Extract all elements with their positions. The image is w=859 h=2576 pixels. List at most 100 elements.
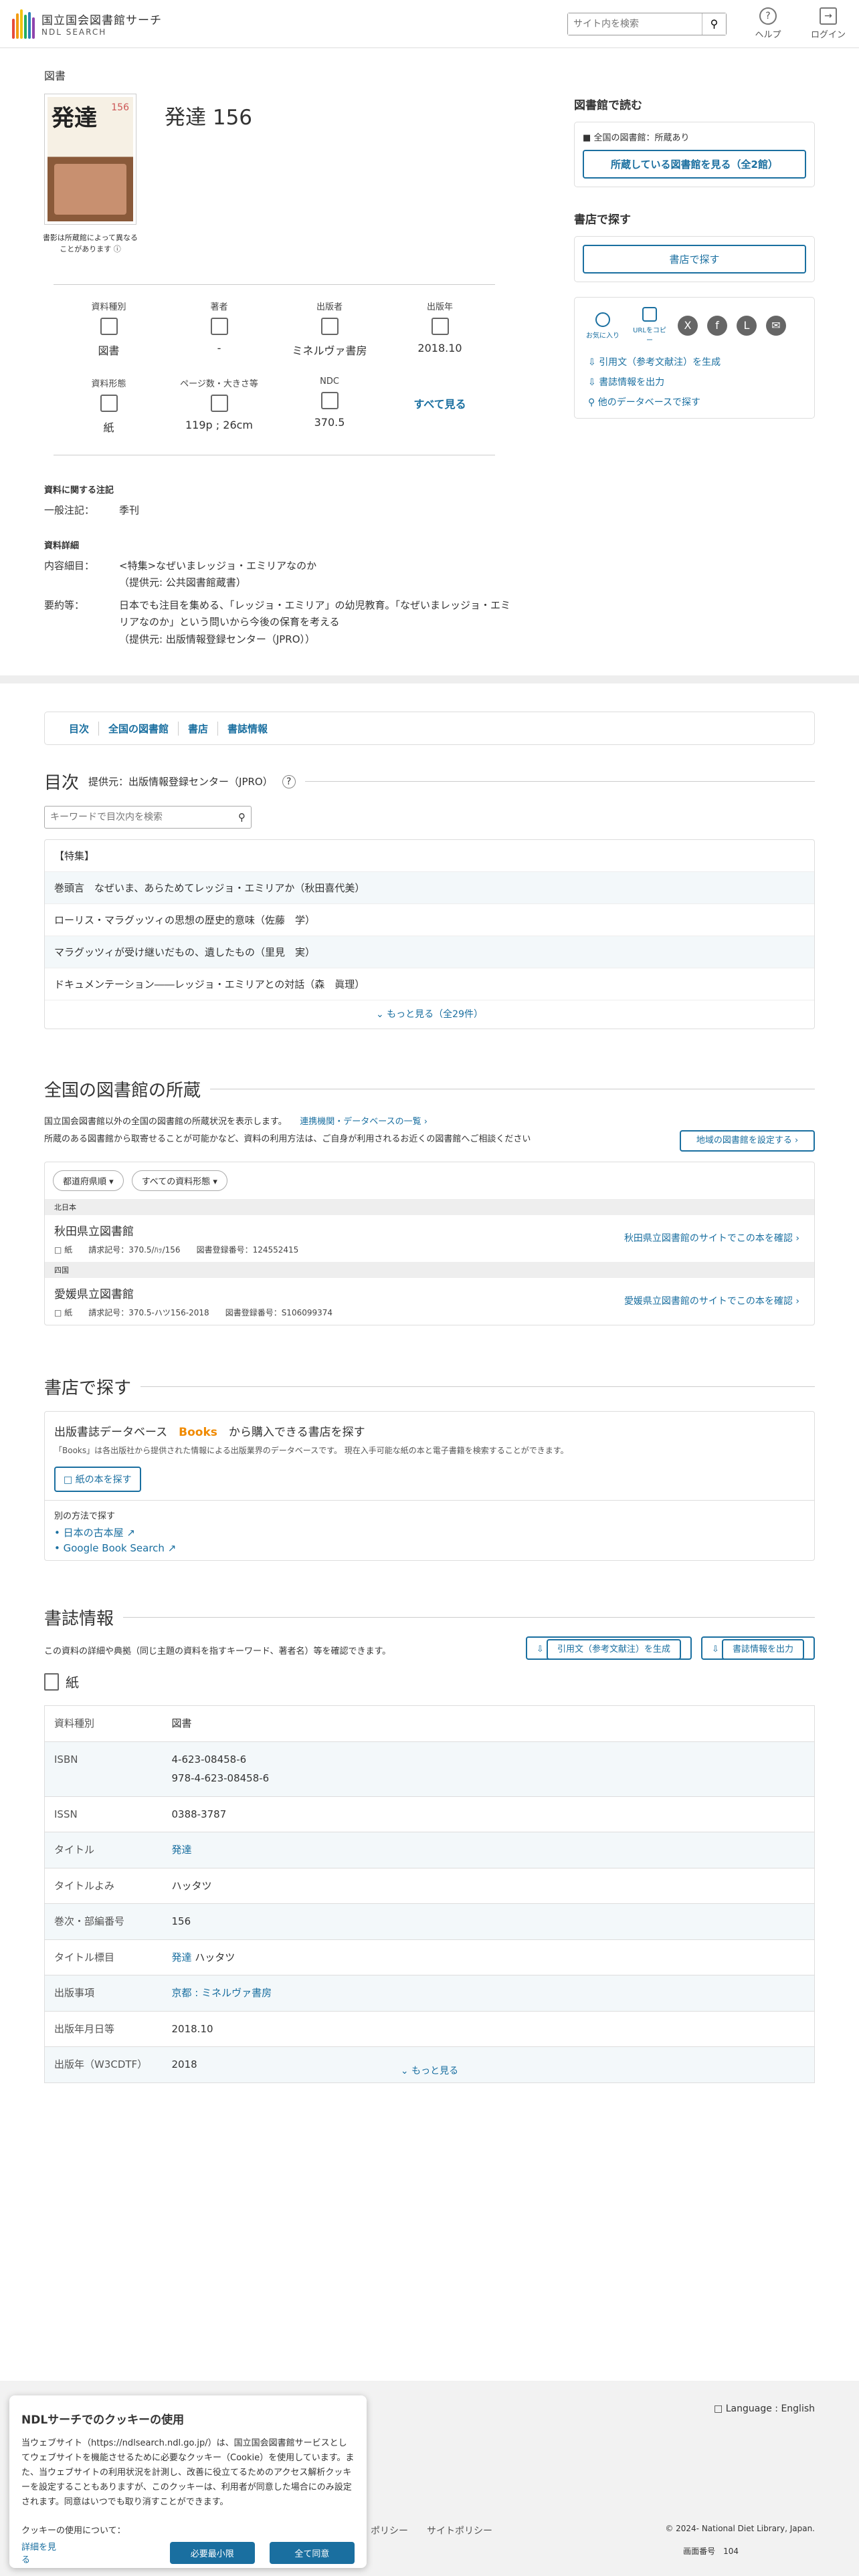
search-icon[interactable]: ⚲	[233, 811, 251, 823]
tab-toc[interactable]: 目次	[60, 721, 100, 736]
toc-item: ドキュメンテーション――レッジョ・エミリアとの対話（森 眞理）	[45, 968, 814, 1000]
search-button[interactable]: ⚲	[702, 13, 726, 35]
tab-libraries[interactable]: 全国の図書館	[99, 721, 179, 736]
info-icon: ⓘ	[113, 244, 121, 253]
export-link[interactable]: ⇩ 書誌情報を出力	[588, 375, 805, 389]
cookie-banner: NDLサーチでのクッキーの使用 当ウェブサイト（https://ndlsearc…	[9, 2395, 367, 2568]
logo-icon	[12, 9, 35, 39]
google-books-link[interactable]: • Google Book Search ↗	[54, 1542, 805, 1554]
logo-subtitle: NDL SEARCH	[41, 27, 107, 37]
other-db-link[interactable]: ⚲ 他のデータベースで探す	[588, 395, 805, 409]
cookie-details-link[interactable]: 詳細を見る	[21, 2540, 64, 2565]
toc-title: 目次	[44, 773, 80, 793]
cookie-accept-button[interactable]: 全て同意	[269, 2541, 355, 2564]
shop-search-button[interactable]: 書店で探す	[583, 245, 806, 274]
toc-item: マラグッツィが受け継いだもの、遺したもの（里見 実）	[45, 936, 814, 968]
used-books-link[interactable]: • 日本の古本屋 ↗	[54, 1525, 805, 1539]
cite-link[interactable]: ⇩ 引用文（参考文献注）を生成	[588, 355, 805, 368]
library-site-link[interactable]: 秋田県立図書館のサイトでこの本を確認 ›	[624, 1231, 799, 1245]
partner-list-link[interactable]: 連携機関・データベースの一覧	[300, 1117, 421, 1127]
toc-header: 目次 提供元：出版情報登録センター（JPRO） ?	[44, 769, 815, 794]
libraries-header: 全国の図書館の所蔵	[44, 1077, 815, 1101]
see-all-link[interactable]: すべて見る	[385, 395, 495, 411]
show-libraries-button[interactable]: 所蔵している図書館を見る（全2館）	[583, 150, 806, 179]
logo-title: 国立国会図書館サーチ	[41, 14, 162, 27]
tab-bibliography[interactable]: 書誌情報	[218, 722, 277, 736]
toc-search-input[interactable]	[45, 812, 233, 823]
table-row: 資料種別 図書	[44, 1705, 815, 1742]
meta-grid: 資料種別 図書 著者 - 出版者 ミネルヴァ書房 出版年 2018.10 資料形態紙 ペ…	[54, 300, 495, 453]
bib-intro: この資料の詳細や典拠（同じ主題の資料を指すキーワード、著者名）等を確認できます。	[44, 1646, 391, 1656]
ruler-icon	[210, 395, 228, 412]
alt-heading: 別の方法で探す	[54, 1511, 116, 1521]
meta-author: 著者 -	[210, 302, 228, 354]
footer-links[interactable]: ポリシー サイトポリシー	[371, 2524, 492, 2537]
doc-type-label: 図書	[44, 70, 66, 82]
login-button[interactable]: → ログイン	[809, 7, 847, 40]
copy-url-button[interactable]: URLをコピー	[631, 307, 668, 344]
toc-more-button[interactable]: ⌄ もっと見る（全29件）	[45, 1000, 814, 1029]
toc-search: ⚲	[44, 806, 252, 829]
x-share-icon[interactable]: X	[678, 316, 698, 336]
line-share-icon[interactable]: L	[737, 316, 757, 336]
bookstore-box: 出版書誌データベース Books から購入できる書店を探す 「Books」は各出…	[44, 1411, 815, 1561]
meta-pages: ページ数・大きさ等 119p ; 26cm	[180, 379, 258, 431]
login-label: ログイン	[810, 30, 846, 40]
meta-doc-type: 資料種別 図書	[91, 302, 126, 357]
site-search-input[interactable]	[568, 13, 702, 35]
sort-prefecture-dropdown[interactable]: 都道府県順 ▾	[53, 1170, 124, 1191]
table-row: 出版年月日等 2018.10	[44, 2011, 815, 2047]
chevron-down-icon: ⌄	[400, 2066, 409, 2076]
meta-form: 資料形態紙	[91, 379, 126, 434]
paper-book-search-button[interactable]: □ 紙の本を探す	[54, 1467, 141, 1492]
library-site-link[interactable]: 愛媛県立図書館のサイトでこの本を確認 ›	[624, 1294, 799, 1307]
page-title: 発達 156	[165, 106, 253, 130]
help-icon[interactable]: ?	[282, 774, 296, 788]
shop-heading: 書店で探す	[574, 213, 631, 227]
bookstore-desc: 「Books」は各出版社から提供された情報による出版業界のデータベースです。 現…	[54, 1446, 569, 1455]
cookie-minimum-button[interactable]: 必要最小限	[169, 2541, 255, 2564]
cookie-question: クッキーの使用について：	[21, 2526, 126, 2537]
section-nav: 目次 全国の図書館 書店 書誌情報	[44, 712, 815, 745]
general-note-label: 一般注記：	[44, 504, 95, 516]
bib-more-button[interactable]: ⌄ もっと見る	[0, 2064, 859, 2077]
cover-image[interactable]: 発達 156	[44, 94, 136, 225]
libraries-intro: 国立国会図書館以外の全国の図書館の所蔵状況を表示します。 連携機関・データベース…	[44, 1117, 531, 1144]
paper-icon	[100, 395, 118, 412]
form-filter-dropdown[interactable]: すべての資料形態 ▾	[131, 1170, 227, 1191]
favorite-button[interactable]: お気に入り	[584, 312, 622, 340]
cover-title: 発達	[52, 105, 97, 132]
title-link[interactable]: 発達	[172, 1844, 192, 1856]
help-label: ヘルプ	[755, 30, 781, 40]
heading-link[interactable]: 発達	[172, 1951, 192, 1963]
export-button[interactable]: ⇩ 書誌情報を出力	[700, 1636, 815, 1660]
mail-share-icon[interactable]: ✉	[766, 316, 786, 336]
toc-item: 巻頭言 なぜいま、あらためてレッジョ・エミリアか（秋田喜代美）	[45, 872, 814, 904]
search-icon: ⚲	[588, 397, 595, 408]
page-number: 画面番号 104	[683, 2547, 739, 2556]
table-row: ISSN 0388-3787	[44, 1796, 815, 1832]
external-link-icon: ↗	[167, 1542, 177, 1554]
cite-button[interactable]: ⇩ 引用文（参考文献注）を生成	[525, 1636, 692, 1660]
facebook-share-icon[interactable]: f	[707, 316, 727, 336]
star-icon	[595, 312, 610, 327]
book-icon: □	[64, 1475, 73, 1485]
bookstore-title: 書店で探す	[44, 1378, 132, 1398]
side-panel: 図書館で読む ■ 全国の図書館：所蔵あり 所蔵している図書館を見る（全2館） 書…	[574, 96, 815, 419]
tab-bookstore[interactable]: 書店	[179, 721, 219, 736]
library-icon: ■	[583, 133, 591, 143]
language-switch[interactable]: □ Language : English	[714, 2403, 815, 2414]
site-logo[interactable]: 国立国会図書館サーチ NDL SEARCH	[12, 9, 162, 39]
site-search: ⚲	[567, 12, 727, 35]
set-region-button[interactable]: 地域の図書館を設定する ›	[680, 1130, 815, 1152]
language-icon: □	[714, 2403, 723, 2414]
publisher-link[interactable]: 京都 : ミネルヴァ書房	[172, 1987, 272, 1999]
calendar-icon	[431, 318, 449, 335]
paper-icon: □	[54, 1308, 62, 1317]
meta-publisher: 出版者 ミネルヴァ書房	[292, 302, 367, 357]
copyright: © 2024- National Diet Library, Japan.	[665, 2524, 815, 2533]
help-button[interactable]: ? ヘルプ	[749, 7, 787, 40]
toc-item: 【特集】	[45, 840, 814, 872]
library-row: 秋田県立図書館 □ 紙 請求記号：370.5/ﾊｯ/156 図書登録番号：124…	[45, 1215, 814, 1262]
region-label: 四国	[45, 1262, 814, 1278]
